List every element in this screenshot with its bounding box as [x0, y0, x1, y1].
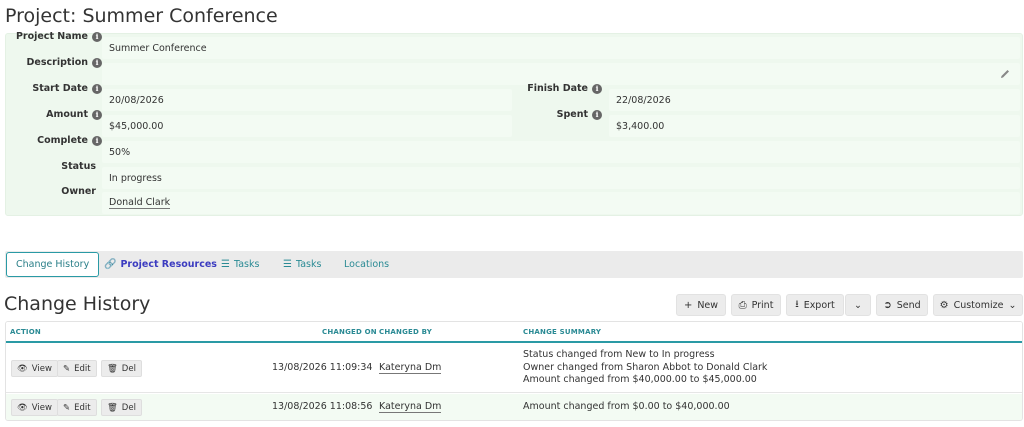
- start-date-label: Start Date i: [6, 83, 102, 94]
- changed-on-cell: 13/08/2026 11:08:56: [272, 401, 373, 412]
- edit-button[interactable]: ✎ Edit: [57, 399, 97, 416]
- start-date-field[interactable]: 20/08/2026: [102, 89, 512, 111]
- status-field[interactable]: In progress: [102, 167, 1020, 189]
- complete-label: Complete i: [6, 135, 102, 146]
- share-icon: ➲: [883, 299, 892, 311]
- info-icon[interactable]: i: [92, 136, 102, 146]
- list-icon: ☰: [283, 259, 292, 270]
- change-history-table: ACTION CHANGED ON CHANGED BY CHANGE SUMM…: [5, 321, 1023, 421]
- section-title: Change History: [4, 293, 151, 315]
- description-field[interactable]: [102, 63, 1020, 85]
- trash-icon: 🗑: [107, 363, 118, 374]
- gear-icon: ⚙: [939, 299, 949, 311]
- delete-button[interactable]: 🗑 Del: [101, 399, 142, 416]
- owner-link[interactable]: Donald Clark: [109, 197, 171, 209]
- finish-date-label: Finish Date i: [506, 83, 602, 94]
- status-label: Status: [61, 161, 96, 172]
- chevron-down-icon: ⌄: [854, 299, 862, 311]
- edit-icon: ✎: [63, 402, 71, 413]
- tab-tasks-2[interactable]: ☰ Tasks: [283, 252, 321, 277]
- project-name-label: Project Name i: [6, 31, 102, 42]
- link-icon: 🔗: [104, 259, 117, 270]
- info-icon[interactable]: i: [592, 110, 602, 120]
- amount-label: Amount i: [6, 109, 102, 120]
- export-dropdown-button[interactable]: ⌄: [845, 294, 871, 316]
- info-icon[interactable]: i: [592, 84, 602, 94]
- tab-tasks[interactable]: ☰ Tasks: [221, 252, 259, 277]
- changed-on-cell: 13/08/2026 11:09:34: [272, 362, 373, 373]
- view-button[interactable]: 👁 View: [11, 399, 58, 416]
- chevron-down-icon: ⌄: [1008, 299, 1017, 311]
- pencil-icon[interactable]: [999, 68, 1011, 80]
- table-row: 👁 View ✎ Edit 🗑 Del 13/08/2026 11:09:34 Kat…: [6, 345, 1022, 393]
- eye-icon: 👁: [17, 363, 28, 374]
- page-title: Project: Summer Conference: [5, 5, 278, 27]
- change-summary-cell: Amount changed from $0.00 to $40,000.00: [523, 401, 730, 414]
- info-icon[interactable]: i: [92, 32, 102, 42]
- column-header-action: ACTION: [10, 328, 41, 336]
- owner-label: Owner: [61, 186, 96, 197]
- plus-icon: +: [683, 299, 693, 311]
- spent-field[interactable]: $3,400.00: [609, 115, 1020, 137]
- tab-project-resources[interactable]: 🔗 Project Resources: [104, 252, 217, 277]
- complete-field[interactable]: 50%: [102, 141, 1020, 163]
- project-name-field[interactable]: Summer Conference: [102, 37, 1020, 59]
- column-header-changed-on[interactable]: CHANGED ON: [322, 328, 377, 336]
- eye-icon: 👁: [17, 402, 28, 413]
- user-link[interactable]: Kateryna Dm: [379, 362, 442, 374]
- export-button[interactable]: ⭳ Export: [786, 294, 844, 316]
- column-header-change-summary[interactable]: CHANGE SUMMARY: [523, 328, 601, 336]
- printer-icon: ⎙: [738, 299, 747, 311]
- summary-line: Amount changed from $40,000.00 to $45,00…: [523, 374, 757, 386]
- edit-icon: ✎: [63, 363, 71, 374]
- changed-by-cell[interactable]: Kateryna Dm: [379, 362, 442, 374]
- amount-field[interactable]: $45,000.00: [102, 115, 512, 137]
- column-header-changed-by[interactable]: CHANGED BY: [379, 328, 432, 336]
- info-icon[interactable]: i: [92, 110, 102, 120]
- table-row: 👁 View ✎ Edit 🗑 Del 13/08/2026 11:08:56 Kat…: [6, 394, 1022, 420]
- summary-line: Status changed from New to In progress: [523, 349, 715, 360]
- finish-date-field[interactable]: 22/08/2026: [609, 89, 1020, 111]
- tab-locations[interactable]: Locations: [344, 252, 389, 277]
- edit-button[interactable]: ✎ Edit: [57, 360, 97, 377]
- change-summary-cell: Status changed from New to In progress O…: [523, 349, 767, 387]
- new-button[interactable]: + New: [676, 294, 726, 316]
- owner-field[interactable]: Donald Clark: [102, 192, 1020, 214]
- trash-icon: 🗑: [107, 402, 118, 413]
- download-icon: ⭳: [795, 298, 799, 310]
- spent-label: Spent i: [506, 109, 602, 120]
- tab-change-history[interactable]: Change History: [6, 252, 100, 277]
- summary-line: Amount changed from $0.00 to $40,000.00: [523, 401, 730, 412]
- info-icon[interactable]: i: [92, 58, 102, 68]
- project-details-panel: Project Name i Summer Conference Descript…: [5, 31, 1023, 216]
- print-button[interactable]: ⎙ Print: [731, 294, 781, 316]
- table-header: ACTION CHANGED ON CHANGED BY CHANGE SUMM…: [6, 322, 1022, 343]
- changed-by-cell[interactable]: Kateryna Dm: [379, 401, 442, 413]
- tab-bar: Change History 🔗 Project Resources ☰ Tasks…: [5, 251, 1023, 278]
- view-button[interactable]: 👁 View: [11, 360, 58, 377]
- summary-line: Owner changed from Sharon Abbot to Donal…: [523, 361, 768, 373]
- delete-button[interactable]: 🗑 Del: [101, 360, 142, 377]
- user-link[interactable]: Kateryna Dm: [379, 401, 442, 413]
- info-icon[interactable]: i: [92, 84, 102, 94]
- send-button[interactable]: ➲ Send: [876, 294, 928, 316]
- customize-button[interactable]: ⚙ Customize ⌄: [933, 294, 1023, 316]
- list-icon: ☰: [221, 259, 230, 270]
- description-label: Description i: [6, 57, 102, 68]
